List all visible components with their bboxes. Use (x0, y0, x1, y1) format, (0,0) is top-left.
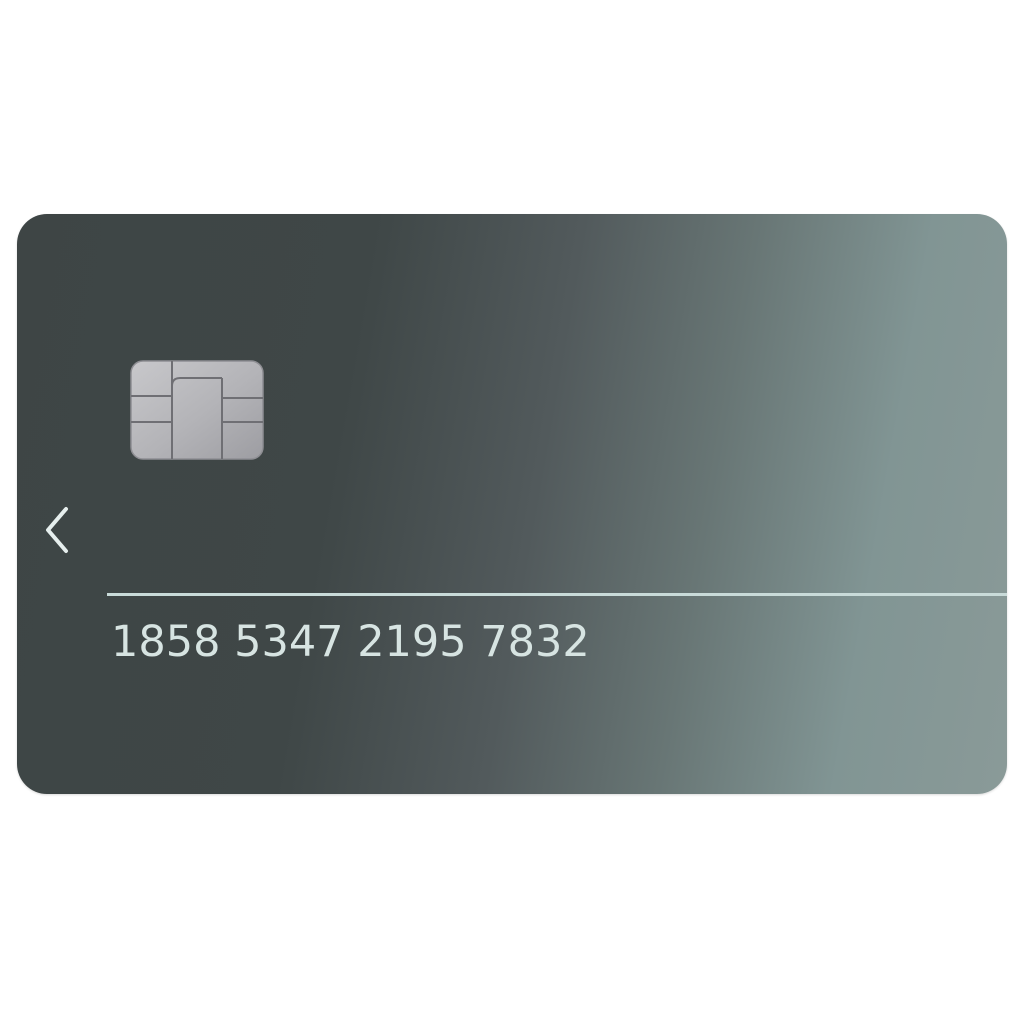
credit-card: 1858 5347 2195 7832 (17, 214, 1007, 794)
card-number: 1858 5347 2195 7832 (111, 617, 590, 667)
previous-card-button[interactable] (39, 502, 75, 558)
chevron-left-icon (46, 507, 68, 553)
emv-chip-icon (130, 360, 264, 460)
card-divider (107, 593, 1007, 596)
page: 1858 5347 2195 7832 (0, 0, 1024, 1024)
